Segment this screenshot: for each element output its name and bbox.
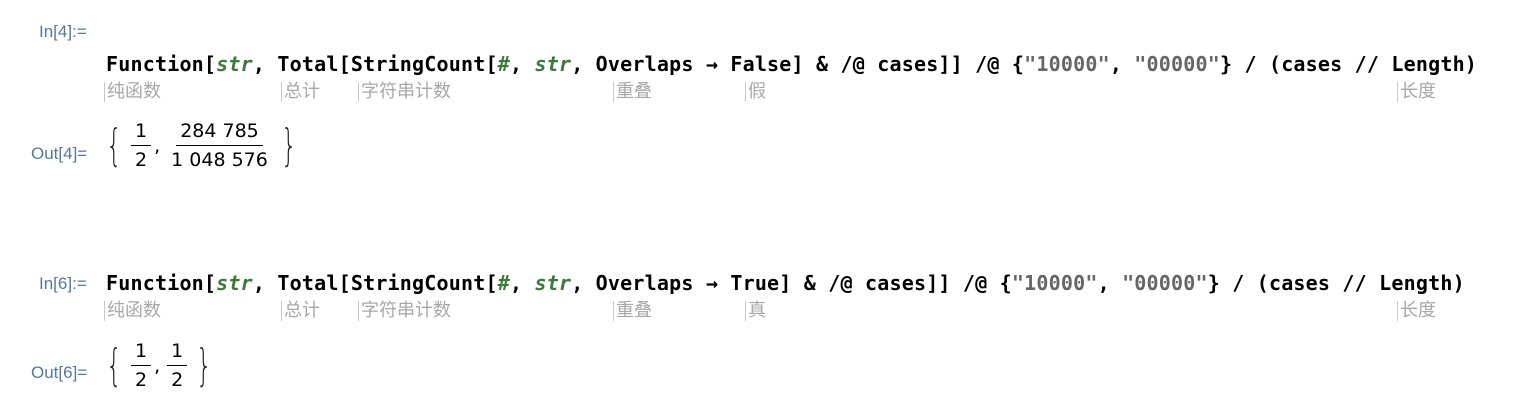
code-hint: 长度	[1397, 301, 1436, 321]
fraction: 1 2	[131, 340, 152, 391]
code-hint: 假	[745, 82, 766, 102]
code-string: "00000"	[1134, 52, 1220, 76]
fraction: 1 2	[167, 340, 188, 391]
code-text: ,	[509, 52, 535, 76]
code-variable: str	[534, 52, 572, 76]
code-text: , Total[StringCount[	[252, 271, 498, 295]
code-hint: 重叠	[613, 82, 652, 102]
code-variable: #	[497, 52, 510, 76]
numerator: 284 785	[176, 120, 263, 146]
numerator: 1	[131, 340, 152, 366]
code-hint: 纯函数	[104, 301, 161, 321]
output-list: { 1 2 , 1 2 }	[100, 340, 218, 391]
code-hint: 总计	[281, 301, 320, 321]
code-hint: 真	[745, 301, 766, 321]
code-text: , Overlaps → True] & /@ cases]] /@ {	[571, 271, 1012, 295]
input-code[interactable]: Function[str, Total[StringCount[#, str, …	[106, 52, 1477, 76]
denominator: 2	[135, 149, 148, 171]
output-label: Out[4]=	[31, 144, 88, 163]
code-hint: 字符串计数	[358, 301, 451, 321]
numerator: 1	[131, 120, 152, 146]
code-variable: #	[497, 271, 510, 295]
close-brace-icon: }	[281, 119, 297, 171]
code-string: "00000"	[1122, 271, 1208, 295]
output-list: { 1 2 , 284 785 1 048 576 }	[100, 120, 303, 171]
code-variable: str	[216, 52, 253, 76]
code-text: ,	[1097, 271, 1123, 295]
code-text: Function[	[106, 271, 217, 295]
fraction: 284 785 1 048 576	[167, 120, 272, 171]
code-text: , Total[StringCount[	[252, 52, 498, 76]
code-hint: 纯函数	[104, 82, 161, 102]
code-string: "10000"	[1011, 271, 1098, 295]
code-text: ,	[509, 271, 535, 295]
denominator: 2	[135, 369, 148, 391]
code-text: } / (cases // Length)	[1219, 52, 1478, 76]
code-hint: 字符串计数	[358, 82, 451, 102]
separator: ,	[154, 354, 161, 377]
numerator: 1	[167, 340, 188, 366]
denominator: 1 048 576	[171, 149, 268, 171]
code-text: ,	[1109, 52, 1135, 76]
denominator: 2	[171, 369, 184, 391]
separator: ,	[154, 134, 161, 157]
code-hint: 长度	[1397, 82, 1436, 102]
open-brace-icon: {	[106, 339, 122, 391]
fraction: 1 2	[131, 120, 152, 171]
code-string: "10000"	[1024, 52, 1110, 76]
code-variable: str	[216, 271, 253, 295]
input-code[interactable]: Function[str, Total[StringCount[#, str, …	[106, 271, 1465, 295]
code-text: } / (cases // Length)	[1207, 271, 1465, 295]
code-hint: 总计	[281, 82, 320, 102]
code-hint: 重叠	[613, 301, 652, 321]
input-label: In[4]:=	[39, 22, 87, 41]
close-brace-icon: }	[196, 339, 212, 391]
open-brace-icon: {	[106, 119, 122, 171]
code-text: , Overlaps → False] & /@ cases]] /@ {	[571, 52, 1025, 76]
code-variable: str	[534, 271, 572, 295]
input-label: In[6]:=	[39, 274, 87, 293]
code-text: Function[	[106, 52, 217, 76]
output-label: Out[6]=	[31, 363, 88, 382]
